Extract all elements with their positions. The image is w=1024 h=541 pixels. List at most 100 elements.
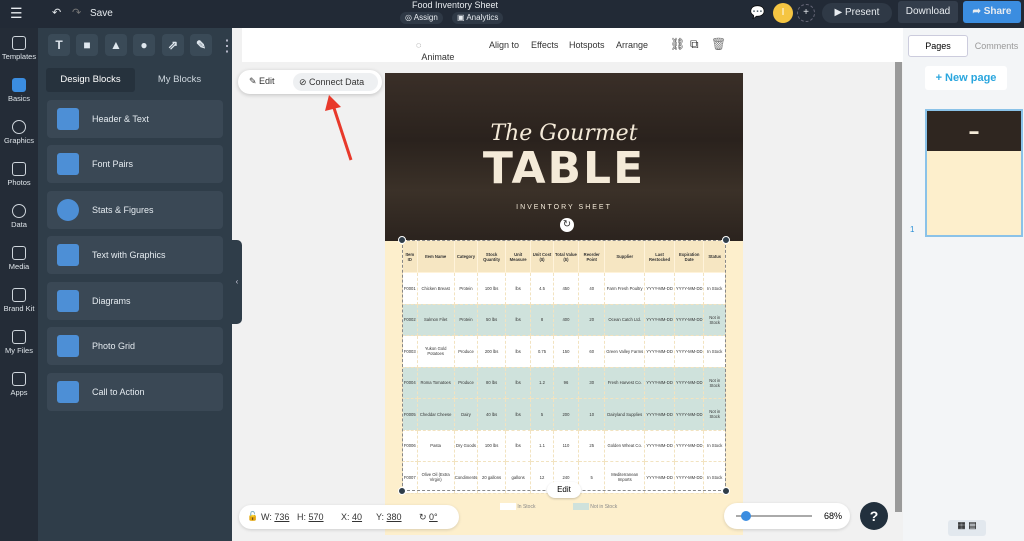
tab-comments[interactable]: Comments xyxy=(969,35,1024,57)
collapse-panel-handle[interactable]: ‹ xyxy=(232,240,242,324)
block-label: Call to Action xyxy=(92,387,145,397)
rail-item-my-files[interactable]: My Files xyxy=(0,330,38,355)
legend-not-in-stock: Not in Stock xyxy=(590,503,618,510)
rotate-handle-icon[interactable]: ↻ xyxy=(560,218,574,232)
connect-data-button[interactable]: ⊘ Connect Data xyxy=(293,73,378,91)
pie-chart-icon xyxy=(12,204,26,218)
y-label: Y: xyxy=(376,512,385,522)
block-stats-figures[interactable]: Stats & Figures xyxy=(47,191,223,229)
document-title[interactable]: Food Inventory Sheet xyxy=(400,0,510,10)
trash-icon[interactable]: 🗑 xyxy=(711,37,726,51)
analytics-label: Analytics xyxy=(466,13,499,22)
block-label: Diagrams xyxy=(92,296,131,306)
block-font-pairs[interactable]: Font Pairs xyxy=(47,145,223,183)
legend-swatch-not-in-stock xyxy=(572,503,589,510)
line-tool[interactable]: ⇗ xyxy=(162,34,184,56)
rail-item-basics[interactable]: Basics xyxy=(0,78,38,103)
y-value: 380 xyxy=(386,512,402,522)
diagrams-icon xyxy=(57,290,79,312)
rail-label: Photos xyxy=(7,178,31,187)
block-tabs: Design Blocks My Blocks xyxy=(46,68,224,92)
pages-panel: Pages Comments + New page ▬ 1 ▦ ▤ xyxy=(903,28,1024,541)
width-field[interactable]: W: 736 xyxy=(261,512,289,522)
hotspots-button[interactable]: Hotspots xyxy=(569,40,605,50)
y-field[interactable]: Y: 380 xyxy=(376,512,402,522)
text-graphics-icon xyxy=(57,244,79,266)
canvas-toolbar: ◌ Animate Align to Effects Hotspots Arra… xyxy=(242,28,903,62)
effects-button[interactable]: Effects xyxy=(531,40,558,50)
rotation-field[interactable]: ↻ 0° xyxy=(419,512,438,523)
tab-design-blocks[interactable]: Design Blocks xyxy=(46,68,135,92)
download-button[interactable]: Download xyxy=(898,1,958,23)
font-pairs-icon xyxy=(57,153,79,175)
zoom-percent: 68% xyxy=(824,511,843,521)
geometry-bar: 🔓 W: 736 H: 570 X: 40 Y: 380 ↻ 0° xyxy=(239,505,459,529)
undo-icon[interactable]: ↶ xyxy=(52,6,61,19)
rail-item-photos[interactable]: Photos xyxy=(0,162,38,187)
block-label: Font Pairs xyxy=(92,159,134,169)
analytics-button[interactable]: ▣ Analytics xyxy=(452,12,504,24)
selection-box xyxy=(402,240,726,491)
more-tools-icon[interactable]: ⋮ xyxy=(219,36,235,56)
tab-my-blocks[interactable]: My Blocks xyxy=(135,68,224,92)
rail-item-graphics[interactable]: Graphics xyxy=(0,120,38,145)
duplicate-icon[interactable]: ⧉ xyxy=(690,37,699,52)
rail-item-data[interactable]: Data xyxy=(0,204,38,229)
rail-item-apps[interactable]: Apps xyxy=(0,372,38,397)
animate-button[interactable]: ◌ Animate xyxy=(416,40,454,62)
design-blocks-panel: T ■ ▲ ● ⇗ ✎ ⋮ Design Blocks My Blocks He… xyxy=(38,28,235,541)
apps-icon xyxy=(12,372,26,386)
view-toggle[interactable]: ▦ ▤ xyxy=(948,520,986,536)
resize-handle[interactable] xyxy=(398,487,406,495)
arrange-button[interactable]: Arrange xyxy=(616,40,648,50)
add-collaborator-icon[interactable]: + xyxy=(797,4,815,22)
block-photo-grid[interactable]: Photo Grid xyxy=(47,327,223,365)
block-header-text[interactable]: Header & Text xyxy=(47,100,223,138)
align-to-button[interactable]: Align to xyxy=(489,40,519,50)
block-call-to-action[interactable]: Call to Action xyxy=(47,373,223,411)
canvas-scrollbar[interactable] xyxy=(895,62,902,512)
brand-kit-icon xyxy=(12,288,26,302)
legend-swatch-in-stock xyxy=(500,503,516,510)
height-field[interactable]: H: 570 xyxy=(297,512,324,522)
photo-grid-icon xyxy=(57,335,79,357)
rail-item-templates[interactable]: Templates xyxy=(0,36,38,61)
tab-pages[interactable]: Pages xyxy=(908,35,968,57)
share-button[interactable]: ➦ Share xyxy=(963,1,1021,23)
table-edit-button[interactable]: Edit xyxy=(547,482,581,498)
resize-handle[interactable] xyxy=(398,236,406,244)
x-field[interactable]: X: 40 xyxy=(341,512,362,522)
avatar[interactable]: I xyxy=(773,3,793,23)
rail-item-media[interactable]: Media xyxy=(0,246,38,271)
edit-button[interactable]: ✎ Edit xyxy=(249,76,275,87)
redo-icon[interactable]: ↷ xyxy=(72,6,81,19)
text-tool[interactable]: T xyxy=(48,34,70,56)
legend: In Stock Not in Stock xyxy=(500,503,617,510)
circle-tool[interactable]: ● xyxy=(133,34,155,56)
block-diagrams[interactable]: Diagrams xyxy=(47,282,223,320)
lock-icon[interactable]: 🔓 xyxy=(247,511,258,522)
present-button[interactable]: ▶ Present xyxy=(822,3,892,23)
page-thumbnail[interactable]: ▬ xyxy=(925,109,1023,237)
rectangle-tool[interactable]: ■ xyxy=(76,34,98,56)
zoom-control: 68% xyxy=(724,503,850,529)
basics-icon xyxy=(12,78,26,92)
rail-label: Graphics xyxy=(3,136,34,145)
resize-handle[interactable] xyxy=(722,487,730,495)
animate-label: Animate xyxy=(421,52,455,62)
new-page-button[interactable]: + New page xyxy=(925,66,1007,90)
graphics-icon xyxy=(12,120,26,134)
comment-icon[interactable]: 💬 xyxy=(750,5,765,19)
triangle-tool[interactable]: ▲ xyxy=(105,34,127,56)
menu-icon[interactable]: ☰ xyxy=(10,5,23,22)
zoom-slider-knob[interactable] xyxy=(741,511,752,521)
rail-item-brand-kit[interactable]: Brand Kit xyxy=(0,288,38,313)
save-button[interactable]: Save xyxy=(90,8,113,19)
draw-tool[interactable]: ✎ xyxy=(190,34,212,56)
assign-button[interactable]: ◎ Assign xyxy=(400,12,443,24)
link-icon[interactable]: ⛓ xyxy=(670,37,685,51)
help-button[interactable]: ? xyxy=(860,502,888,530)
table-context-pill: ✎ Edit ⊘ Connect Data xyxy=(238,70,382,94)
block-text-graphics[interactable]: Text with Graphics xyxy=(47,236,223,274)
resize-handle[interactable] xyxy=(722,236,730,244)
